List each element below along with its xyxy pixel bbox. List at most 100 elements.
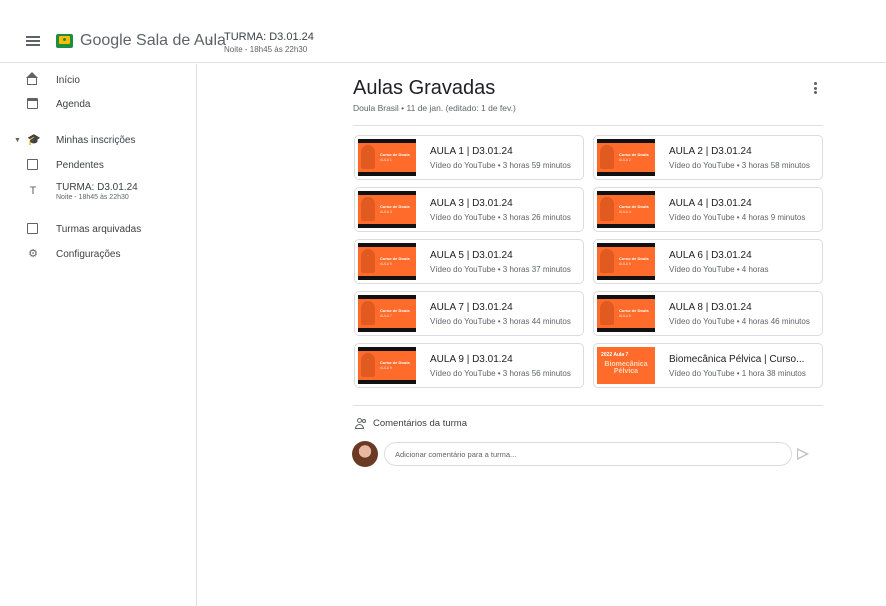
- thumbnail-subtitle: AULA 6: [619, 262, 631, 266]
- sidebar-item-pendentes[interactable]: Pendentes: [0, 154, 197, 176]
- calendar-icon: [27, 98, 39, 110]
- material-title[interactable]: Biomecânica Pélvica | Curso...: [669, 354, 819, 365]
- sidebar-item-label: Turmas arquivadas: [56, 223, 142, 235]
- thumbnail-title: Curso de Doula: [380, 152, 410, 157]
- thumbnail-subtitle: AULA 8: [619, 314, 631, 318]
- material-title[interactable]: AULA 6 | D3.01.24: [669, 250, 819, 261]
- thumbnail-title: Curso de Doula: [619, 256, 649, 261]
- video-thumbnail[interactable]: Curso de Doula AULA 4: [597, 191, 655, 228]
- video-thumbnail[interactable]: Curso de Doula AULA 9: [358, 347, 416, 384]
- material-subtitle: Vídeo do YouTube • 3 horas 58 minutos: [669, 161, 810, 170]
- material-subtitle: Vídeo do YouTube • 4 horas 9 minutos: [669, 213, 806, 222]
- send-icon[interactable]: [797, 448, 809, 460]
- gear-icon: ⚙: [28, 248, 38, 260]
- material-title[interactable]: AULA 5 | D3.01.24: [430, 250, 580, 261]
- page-title: Aulas Gravadas: [353, 77, 496, 99]
- chevron-right-icon: ›: [208, 33, 213, 49]
- video-thumbnail[interactable]: Curso de Doula AULA 7: [358, 295, 416, 332]
- sidebar-item-label: Minhas inscrições: [56, 134, 136, 146]
- thumbnail-title: Curso de Doula: [380, 204, 410, 209]
- more-options-icon[interactable]: [810, 82, 820, 96]
- sidebar-item-sublabel: Noite - 18h45 às 22h30: [56, 194, 129, 201]
- video-thumbnail[interactable]: Curso de Doula AULA 3: [358, 191, 416, 228]
- divider: [353, 125, 823, 126]
- material-subtitle: Vídeo do YouTube • 3 horas 26 minutos: [430, 213, 571, 222]
- material-subtitle: Vídeo do YouTube • 4 horas 46 minutos: [669, 317, 810, 326]
- video-thumbnail[interactable]: 2022 Aula 7 Biomecânica Pélvica: [597, 347, 655, 384]
- material-card[interactable]: Curso de Doula AULA 3 AULA 3 | D3.01.24 Víd…: [354, 187, 584, 232]
- material-title[interactable]: AULA 4 | D3.01.24: [669, 198, 819, 209]
- archive-icon: [27, 223, 39, 235]
- class-letter-icon: T: [29, 185, 37, 197]
- material-title[interactable]: AULA 2 | D3.01.24: [669, 146, 819, 157]
- video-thumbnail[interactable]: Curso de Doula AULA 8: [597, 295, 655, 332]
- sidebar-item-label: Início: [56, 74, 80, 86]
- sidebar-item-configuracoes[interactable]: ⚙ Configurações: [0, 243, 197, 265]
- caret-down-icon[interactable]: ▼: [14, 137, 21, 144]
- thumbnail-title: Curso de Doula: [619, 308, 649, 313]
- home-icon: [26, 72, 39, 86]
- breadcrumb-class-title[interactable]: TURMA: D3.01.24: [224, 31, 314, 43]
- thumbnail-subtitle: AULA 9: [380, 366, 392, 370]
- material-title[interactable]: AULA 9 | D3.01.24: [430, 354, 580, 365]
- thumbnail-subtitle: AULA 2: [619, 158, 631, 162]
- thumbnail-subtitle: AULA 3: [380, 210, 392, 214]
- sidebar-item-agenda[interactable]: Agenda: [0, 93, 197, 115]
- material-subtitle: Vídeo do YouTube • 3 horas 56 minutos: [430, 369, 571, 378]
- thumbnail-subtitle: AULA 7: [380, 314, 392, 318]
- material-card[interactable]: Curso de Doula AULA 5 AULA 5 | D3.01.24 Víd…: [354, 239, 584, 284]
- material-title[interactable]: AULA 3 | D3.01.24: [430, 198, 580, 209]
- class-comments-label[interactable]: Comentários da turma: [373, 418, 467, 429]
- sidebar-item-inicio[interactable]: Início: [0, 69, 197, 91]
- sidebar-item-label: TURMA: D3.01.24: [56, 182, 138, 193]
- thumbnail-title: 2022 Aula 7: [601, 352, 629, 358]
- material-subtitle: Vídeo do YouTube • 3 horas 44 minutos: [430, 317, 571, 326]
- post-meta: Doula Brasil • 11 de jan. (editado: 1 de…: [353, 103, 516, 113]
- material-card[interactable]: Curso de Doula AULA 1 AULA 1 | D3.01.24 Víd…: [354, 135, 584, 180]
- video-thumbnail[interactable]: Curso de Doula AULA 2: [597, 139, 655, 176]
- material-card[interactable]: Curso de Doula AULA 8 AULA 8 | D3.01.24 Víd…: [593, 291, 823, 336]
- divider: [353, 405, 823, 406]
- sidebar-item-label: Pendentes: [56, 159, 104, 171]
- material-title[interactable]: AULA 8 | D3.01.24: [669, 302, 819, 313]
- material-subtitle: Vídeo do YouTube • 3 horas 37 minutos: [430, 265, 571, 274]
- avatar: [352, 441, 378, 467]
- material-title[interactable]: AULA 7 | D3.01.24: [430, 302, 580, 313]
- material-card[interactable]: Curso de Doula AULA 4 AULA 4 | D3.01.24 Víd…: [593, 187, 823, 232]
- material-card[interactable]: 2022 Aula 7 Biomecânica Pélvica Biomecânic…: [593, 343, 823, 388]
- breadcrumb-class-subtitle: Noite - 18h45 às 22h30: [224, 45, 308, 54]
- classroom-logo-icon[interactable]: [56, 34, 73, 48]
- thumbnail-title: Curso de Doula: [619, 204, 649, 209]
- comment-input[interactable]: [384, 442, 792, 466]
- video-thumbnail[interactable]: Curso de Doula AULA 1: [358, 139, 416, 176]
- material-subtitle: Vídeo do YouTube • 4 horas: [669, 265, 769, 274]
- sidebar: Início Agenda ▼ 🎓 Minhas inscrições Pend…: [0, 64, 197, 606]
- school-icon: 🎓: [27, 134, 41, 146]
- video-thumbnail[interactable]: Curso de Doula AULA 5: [358, 243, 416, 280]
- sidebar-item-turma[interactable]: T TURMA: D3.01.24 Noite - 18h45 às 22h30: [0, 176, 197, 206]
- people-icon: [355, 418, 367, 429]
- sidebar-item-label: Configurações: [56, 248, 121, 260]
- thumbnail-subtitle: Biomecânica Pélvica: [604, 361, 648, 375]
- material-card[interactable]: Curso de Doula AULA 6 AULA 6 | D3.01.24 Víd…: [593, 239, 823, 284]
- thumbnail-subtitle: AULA 1: [380, 158, 392, 162]
- thumbnail-subtitle: AULA 4: [619, 210, 631, 214]
- thumbnail-title: Curso de Doula: [380, 360, 410, 365]
- material-title[interactable]: AULA 1 | D3.01.24: [430, 146, 580, 157]
- material-subtitle: Vídeo do YouTube • 3 horas 59 minutos: [430, 161, 571, 170]
- sidebar-item-turmas-arquivadas[interactable]: Turmas arquivadas: [0, 218, 197, 240]
- material-subtitle: Vídeo do YouTube • 1 hora 38 minutos: [669, 369, 806, 378]
- thumbnail-subtitle: AULA 5: [380, 262, 392, 266]
- material-card[interactable]: Curso de Doula AULA 9 AULA 9 | D3.01.24 Víd…: [354, 343, 584, 388]
- thumbnail-title: Curso de Doula: [380, 308, 410, 313]
- material-card[interactable]: Curso de Doula AULA 7 AULA 7 | D3.01.24 Víd…: [354, 291, 584, 336]
- thumbnail-title: Curso de Doula: [619, 152, 649, 157]
- thumbnail-title: Curso de Doula: [380, 256, 410, 261]
- material-card[interactable]: Curso de Doula AULA 2 AULA 2 | D3.01.24 Víd…: [593, 135, 823, 180]
- assignment-icon: [27, 159, 39, 171]
- sidebar-item-minhas-inscricoes[interactable]: ▼ 🎓 Minhas inscrições: [0, 129, 197, 151]
- app-header: Google Sala de Aula › TURMA: D3.01.24 No…: [0, 0, 886, 63]
- video-thumbnail[interactable]: Curso de Doula AULA 6: [597, 243, 655, 280]
- main-menu-icon[interactable]: [26, 36, 40, 46]
- app-title[interactable]: Google Sala de Aula: [80, 32, 226, 50]
